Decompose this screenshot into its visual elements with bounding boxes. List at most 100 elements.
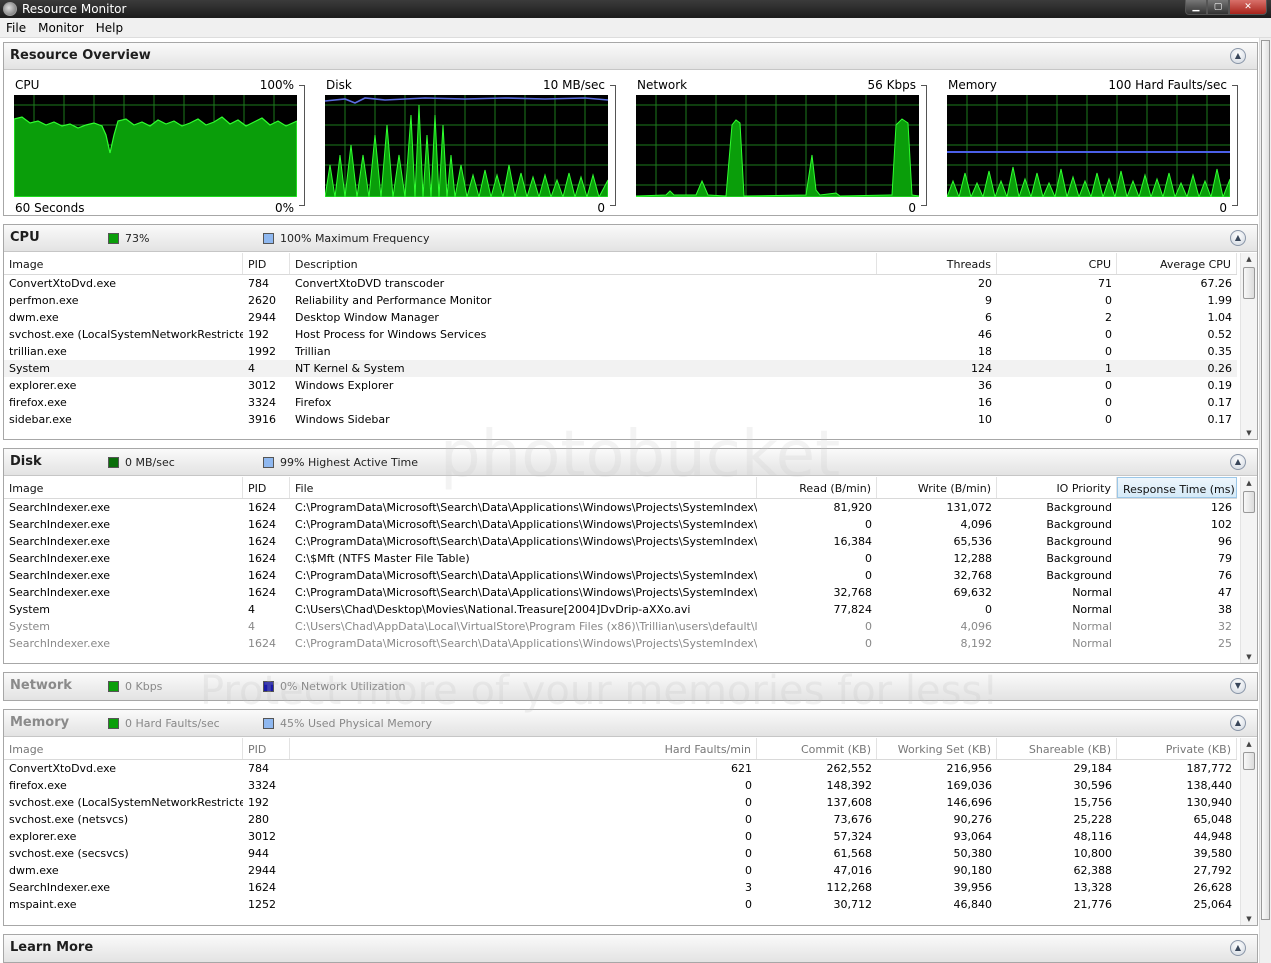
table-row[interactable]: SearchIndexer.exe 1624 C:\ProgramData\Micr…	[4, 567, 1237, 584]
collapse-memory-icon[interactable]: ▲	[1230, 715, 1246, 731]
table-cell: 48,116	[1073, 830, 1113, 843]
table-row[interactable]: explorer.exe 3012 Windows Explorer 36 0 0.19	[4, 377, 1237, 394]
col-description[interactable]: Description	[290, 253, 877, 274]
col-pid[interactable]: PID	[243, 253, 290, 274]
table-row[interactable]: dwm.exe 2944 Desktop Window Manager 6 2 1.04	[4, 309, 1237, 326]
table-cell: 76	[1218, 569, 1232, 582]
menu-help[interactable]: Help	[96, 21, 123, 35]
collapse-overview-icon[interactable]: ▲	[1230, 48, 1246, 64]
table-row[interactable]: sidebar.exe 3916 Windows Sidebar 10 0 0.17	[4, 411, 1237, 428]
table-row[interactable]: ConvertXtoDvd.exe 784 621 262,552 216,956 29,…	[4, 760, 1237, 777]
network-header[interactable]: Network 0 Kbps 0% Network Utilization ▼	[4, 673, 1257, 700]
disk-header[interactable]: Disk 0 MB/sec 99% Highest Active Time ▲	[4, 449, 1257, 476]
table-row[interactable]: trillian.exe 1992 Trillian 18 0 0.35	[4, 343, 1237, 360]
overview-header[interactable]: Resource Overview ▲	[4, 43, 1257, 70]
memory-table-body: ConvertXtoDvd.exe 784 621 262,552 216,956 29,…	[4, 760, 1237, 913]
scroll-thumb[interactable]	[1243, 491, 1255, 513]
scroll-down-icon[interactable]: ▼	[1241, 651, 1257, 663]
window-scroll-thumb[interactable]	[1261, 40, 1270, 920]
col-read[interactable]: Read (B/min)	[757, 477, 877, 498]
col-pid[interactable]: PID	[243, 477, 290, 498]
table-cell: 18	[978, 345, 992, 358]
menu-monitor[interactable]: Monitor	[38, 21, 84, 35]
table-row[interactable]: mspaint.exe 1252 0 30,712 46,840 21,776 25,064	[4, 896, 1237, 913]
table-cell: 1624	[248, 586, 276, 599]
scroll-up-icon[interactable]: ▲	[1241, 253, 1257, 265]
table-row[interactable]: System 4 C:\Users\Chad\AppData\Local\Virtu…	[4, 618, 1237, 635]
table-row[interactable]: svchost.exe (netsvcs) 280 0 73,676 90,276 25,…	[4, 811, 1237, 828]
table-row[interactable]: svchost.exe (LocalSystemNetworkRestricte…	[4, 794, 1237, 811]
table-cell: Normal	[1072, 620, 1112, 633]
scroll-up-icon[interactable]: ▲	[1241, 477, 1257, 489]
learn-more-header[interactable]: Learn More ▲	[4, 935, 1257, 962]
network-graph-panel: Network 56 Kbps 0	[630, 75, 929, 215]
scroll-thumb[interactable]	[1243, 267, 1255, 299]
memory-header[interactable]: Memory 0 Hard Faults/sec 45% Used Physic…	[4, 710, 1257, 737]
expand-network-icon[interactable]: ▼	[1230, 678, 1246, 694]
table-row[interactable]: SearchIndexer.exe 1624 3 112,268 39,956 13,32…	[4, 879, 1237, 896]
cpu-header[interactable]: CPU 73% 100% Maximum Frequency ▲	[4, 225, 1257, 252]
title-bar: Resource Monitor ▁ ▢ ✕	[0, 0, 1271, 18]
col-image[interactable]: Image	[4, 477, 243, 498]
table-cell: ConvertXtoDvd.exe	[9, 762, 117, 775]
maximize-button[interactable]: ▢	[1207, 0, 1229, 15]
window-scrollbar[interactable]	[1259, 38, 1271, 963]
disk-graph-max: 10 MB/sec	[543, 78, 605, 92]
table-cell: 10	[978, 413, 992, 426]
table-cell: 26,628	[1193, 881, 1233, 894]
table-row[interactable]: SearchIndexer.exe 1624 C:\$Mft (NTFS Maste…	[4, 550, 1237, 567]
scroll-down-icon[interactable]: ▼	[1241, 913, 1257, 925]
scroll-down-icon[interactable]: ▼	[1241, 427, 1257, 439]
table-row[interactable]: svchost.exe (secsvcs) 944 0 61,568 50,380 10,…	[4, 845, 1237, 862]
table-row[interactable]: System 4 C:\Users\Chad\Desktop\Movies\Nati…	[4, 601, 1237, 618]
col-image[interactable]: Image	[4, 253, 243, 274]
table-row[interactable]: SearchIndexer.exe 1624 C:\ProgramData\Micr…	[4, 533, 1237, 550]
table-row[interactable]: firefox.exe 3324 0 148,392 169,036 30,596 138,…	[4, 777, 1237, 794]
col-response-time[interactable]: Response Time (ms)	[1117, 477, 1237, 498]
table-row[interactable]: dwm.exe 2944 0 47,016 90,180 62,388 27,792	[4, 862, 1237, 879]
table-row[interactable]: perfmon.exe 2620 Reliability and Performan…	[4, 292, 1237, 309]
client-area: Resource Overview ▲ CPU 100% 60 Seconds …	[0, 38, 1271, 963]
scroll-thumb[interactable]	[1243, 752, 1255, 770]
table-row[interactable]: ConvertXtoDvd.exe 784 ConvertXtoDVD transc…	[4, 275, 1237, 292]
col-file[interactable]: File	[290, 477, 757, 498]
collapse-learn-more-icon[interactable]: ▲	[1230, 940, 1246, 956]
col-image[interactable]: Image	[4, 738, 243, 759]
table-cell: 30,596	[1073, 779, 1113, 792]
col-hard-faults[interactable]: Hard Faults/min	[290, 738, 757, 759]
table-cell: mspaint.exe	[9, 898, 77, 911]
col-threads[interactable]: Threads	[877, 253, 997, 274]
table-row[interactable]: SearchIndexer.exe 1624 C:\ProgramData\Micr…	[4, 584, 1237, 601]
table-cell: 4,096	[960, 620, 993, 633]
col-cpu[interactable]: CPU	[997, 253, 1117, 274]
menu-file[interactable]: File	[6, 21, 26, 35]
table-row[interactable]: System 4 NT Kernel & System 124 1 0.26	[4, 360, 1237, 377]
table-row[interactable]: svchost.exe (LocalSystemNetworkRestricte…	[4, 326, 1237, 343]
network-title: Network	[10, 678, 72, 693]
col-shareable[interactable]: Shareable (KB)	[997, 738, 1117, 759]
col-io-priority[interactable]: IO Priority	[997, 477, 1117, 498]
table-cell: 9	[985, 294, 992, 307]
table-cell: 124	[971, 362, 992, 375]
memory-table-scrollbar[interactable]: ▲ ▼	[1240, 738, 1257, 925]
table-row[interactable]: SearchIndexer.exe 1624 C:\ProgramData\Micr…	[4, 635, 1237, 652]
col-private[interactable]: Private (KB)	[1117, 738, 1237, 759]
col-working-set[interactable]: Working Set (KB)	[877, 738, 997, 759]
collapse-cpu-icon[interactable]: ▲	[1230, 230, 1246, 246]
app-icon	[3, 2, 17, 16]
col-commit[interactable]: Commit (KB)	[757, 738, 877, 759]
minimize-button[interactable]: ▁	[1185, 0, 1207, 15]
disk-table-scrollbar[interactable]: ▲ ▼	[1240, 477, 1257, 663]
table-cell: 0	[1105, 294, 1112, 307]
col-average-cpu[interactable]: Average CPU	[1117, 253, 1237, 274]
col-write[interactable]: Write (B/min)	[877, 477, 997, 498]
close-button[interactable]: ✕	[1229, 0, 1267, 15]
scroll-up-icon[interactable]: ▲	[1241, 738, 1257, 750]
table-row[interactable]: firefox.exe 3324 Firefox 16 0 0.17	[4, 394, 1237, 411]
table-row[interactable]: SearchIndexer.exe 1624 C:\ProgramData\Micr…	[4, 499, 1237, 516]
col-pid[interactable]: PID	[243, 738, 290, 759]
table-row[interactable]: explorer.exe 3012 0 57,324 93,064 48,116 44,94…	[4, 828, 1237, 845]
cpu-table-scrollbar[interactable]: ▲ ▼	[1240, 253, 1257, 439]
collapse-disk-icon[interactable]: ▲	[1230, 454, 1246, 470]
table-row[interactable]: SearchIndexer.exe 1624 C:\ProgramData\Micr…	[4, 516, 1237, 533]
